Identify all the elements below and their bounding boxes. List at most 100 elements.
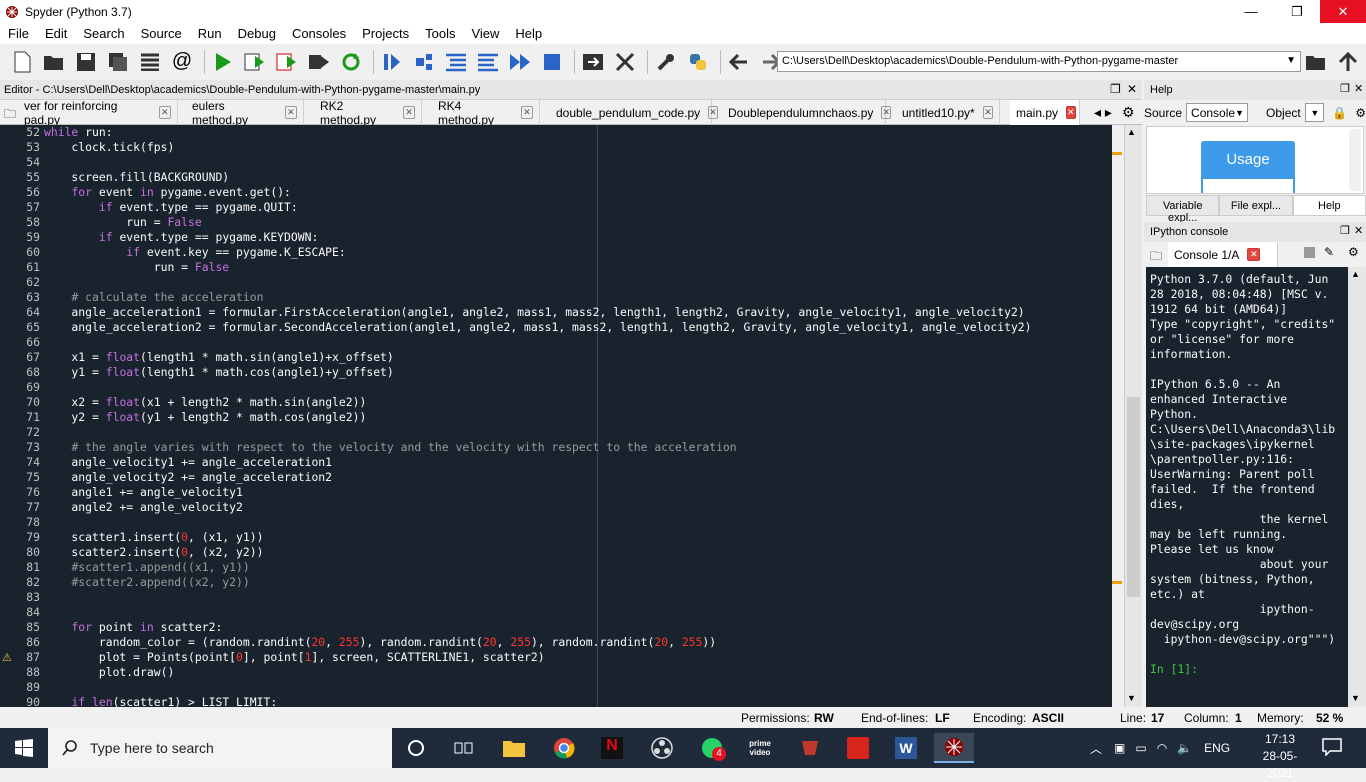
tab-double-pendulum-code[interactable]: double_pendulum_code.py ✕ [550, 100, 718, 125]
chrome-icon[interactable] [544, 733, 584, 763]
cortana-icon[interactable] [396, 733, 436, 763]
menu-file[interactable]: File [0, 26, 37, 41]
rerun-icon[interactable] [339, 50, 363, 74]
file-switcher-icon[interactable]: 🗀 [4, 105, 16, 126]
menu-consoles[interactable]: Consoles [284, 26, 354, 41]
maximize-pane-icon[interactable] [581, 50, 605, 74]
close-tab-icon[interactable]: ✕ [158, 106, 171, 119]
debug-icon[interactable] [380, 50, 404, 74]
console-scrollbar[interactable]: ▲ ▼ [1348, 267, 1366, 707]
working-directory-input[interactable]: C:\Users\Dell\Desktop\academics\Double-P… [777, 51, 1301, 72]
device-icon[interactable]: ▣ [1114, 741, 1125, 755]
gear-icon[interactable]: ⚙ [1348, 245, 1359, 259]
ipython-console-output[interactable]: Python 3.7.0 (default, Jun 28 2018, 08:0… [1146, 267, 1348, 707]
tab-doublependulumnchaos[interactable]: Doublependulumnchaos.py ✕ [722, 100, 891, 125]
netflix-icon[interactable]: N [592, 733, 632, 763]
close-tab-icon[interactable]: ✕ [521, 106, 533, 119]
restore-button[interactable]: ❐ [1274, 0, 1320, 23]
chevron-up-icon[interactable]: ▲ [1351, 269, 1360, 279]
preferences-wrench-icon[interactable] [654, 50, 678, 74]
help-scrollbar[interactable] [1349, 129, 1361, 191]
menu-tools[interactable]: Tools [417, 26, 463, 41]
close-tab-icon[interactable]: ✕ [1066, 106, 1076, 119]
tab-reinforcing-pad[interactable]: ver for reinforcing pad.py ✕ [18, 99, 178, 127]
warning-icon[interactable]: ⚠ [2, 651, 12, 664]
menu-run[interactable]: Run [190, 26, 230, 41]
tab-untitled10[interactable]: untitled10.py* ✕ [896, 100, 1000, 125]
source-select[interactable]: Console ▼ [1186, 103, 1249, 122]
chevron-down-icon[interactable]: ▼ [1286, 55, 1296, 66]
tab-rk4-method[interactable]: RK4 method.py ✕ [432, 99, 540, 127]
tab-main[interactable]: main.py ✕ [1010, 100, 1080, 125]
wifi-icon[interactable]: ◠ [1157, 741, 1167, 755]
chevron-down-icon[interactable]: ▼ [1351, 693, 1360, 703]
close-tab-icon[interactable]: ✕ [881, 106, 891, 119]
code-editor[interactable]: 52 while run: 53 clock.tick(fps) 54 55 sc… [0, 125, 1112, 707]
run-icon[interactable] [211, 50, 235, 74]
task-view-icon[interactable] [444, 733, 484, 763]
acrobat-icon[interactable] [838, 733, 878, 763]
at-icon[interactable]: @ [170, 50, 194, 74]
parent-directory-icon[interactable] [1336, 50, 1360, 74]
close-tab-icon[interactable]: ✕ [403, 106, 415, 119]
notifications-icon[interactable] [1322, 738, 1342, 759]
tab-eulers-method[interactable]: eulers method.py ✕ [186, 99, 304, 127]
chevron-up-icon[interactable]: ▲ [1127, 127, 1136, 137]
prime-video-icon[interactable]: prime video [740, 733, 780, 763]
menu-edit[interactable]: Edit [37, 26, 75, 41]
step-into-icon[interactable] [444, 50, 468, 74]
eraser-icon[interactable]: ✎ [1324, 245, 1334, 259]
spyder-taskbar-icon[interactable] [934, 733, 974, 763]
clock[interactable]: 17:13 28-05-2021 [1250, 731, 1310, 782]
gear-icon[interactable]: ⚙ [1122, 104, 1135, 121]
close-tab-icon[interactable]: ✕ [982, 106, 993, 119]
back-arrow-icon[interactable] [727, 50, 751, 74]
volume-icon[interactable]: 🔈 [1177, 741, 1192, 755]
chevron-up-icon[interactable]: ︿ [1090, 740, 1102, 757]
stop-kernel-icon[interactable] [1304, 247, 1315, 258]
close-button[interactable]: ✕ [1320, 0, 1366, 23]
lock-icon[interactable]: 🔒 [1332, 106, 1347, 120]
stop-icon[interactable] [540, 50, 564, 74]
obs-icon[interactable] [642, 733, 682, 763]
open-file-icon[interactable] [42, 50, 66, 74]
taskbar-search[interactable]: Type here to search [48, 728, 392, 768]
gear-icon[interactable]: ⚙ [1355, 106, 1366, 120]
menu-view[interactable]: View [463, 26, 507, 41]
undock-icon[interactable]: ❐ [1110, 82, 1121, 96]
object-select[interactable]: ▼ [1304, 103, 1325, 122]
tab-variable-explorer[interactable]: Variable expl... [1146, 195, 1220, 224]
chevron-down-icon[interactable]: ▼ [1127, 693, 1136, 703]
save-all-icon[interactable] [106, 50, 130, 74]
save-icon[interactable] [74, 50, 98, 74]
tab-file-explorer[interactable]: File expl... [1219, 195, 1293, 216]
close-pane-icon[interactable]: ✕ [1127, 82, 1137, 96]
step-icon[interactable] [412, 50, 436, 74]
run-cell-advance-icon[interactable] [275, 50, 299, 74]
menu-projects[interactable]: Projects [354, 26, 417, 41]
close-tab-icon[interactable]: ✕ [708, 106, 718, 119]
game-app-icon[interactable] [790, 733, 830, 763]
minimize-button[interactable]: — [1228, 0, 1274, 23]
close-tab-icon[interactable]: ✕ [1247, 248, 1261, 261]
battery-icon[interactable]: ▭ [1135, 741, 1146, 755]
undock-icon[interactable]: ❐ [1340, 224, 1350, 237]
menu-search[interactable]: Search [75, 26, 132, 41]
tab-rk2-method[interactable]: RK2 method.py ✕ [314, 99, 422, 127]
whatsapp-icon[interactable]: 4 [692, 733, 732, 763]
file-explorer-icon[interactable] [494, 733, 534, 763]
step-return-icon[interactable] [476, 50, 500, 74]
word-icon[interactable]: W [886, 733, 926, 763]
fullscreen-icon[interactable] [613, 50, 637, 74]
start-button[interactable] [0, 728, 48, 768]
new-file-icon[interactable] [10, 50, 34, 74]
close-tab-icon[interactable]: ✕ [284, 106, 297, 119]
editor-scrollbar[interactable]: ▲ ▼ [1124, 125, 1142, 707]
close-pane-icon[interactable]: ✕ [1354, 224, 1363, 237]
python-path-icon[interactable] [686, 50, 710, 74]
menu-help[interactable]: Help [507, 26, 550, 41]
undock-icon[interactable]: ❐ [1340, 82, 1350, 95]
console-files-icon[interactable]: 🗀 [1150, 247, 1162, 268]
run-selection-icon[interactable] [307, 50, 331, 74]
tab-console-1a[interactable]: Console 1/A ✕ [1168, 242, 1278, 267]
